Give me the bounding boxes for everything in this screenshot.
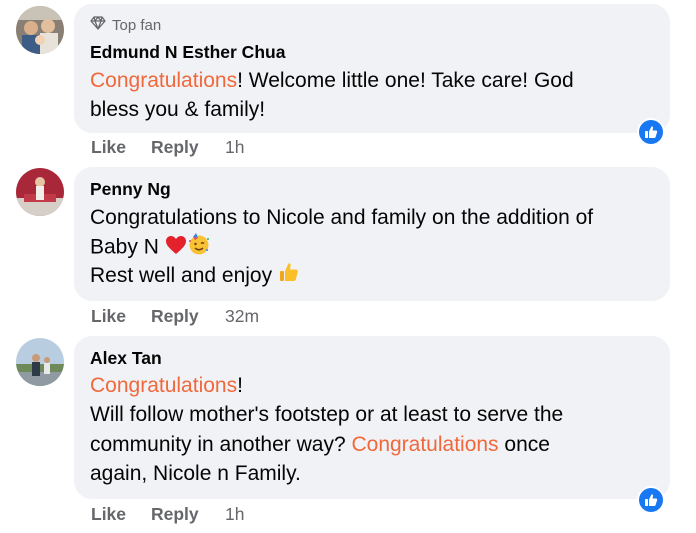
comment-line-2: bless you & family!: [90, 98, 266, 121]
comment-line-1: Congratulations! Welcome little one! Tak…: [90, 66, 574, 95]
comment-actions: Like Reply 32m: [91, 306, 259, 327]
comment-line-4: again, Nicole n Family.: [90, 462, 301, 485]
comment-text: once: [504, 433, 550, 456]
commenter-name[interactable]: Penny Ng: [90, 179, 171, 200]
highlighted-keyword[interactable]: Congratulations: [90, 69, 237, 92]
reply-button[interactable]: Reply: [151, 306, 225, 327]
comment-text: Baby N: [90, 235, 159, 259]
comment-line-3: Rest well and enjoy: [90, 261, 300, 291]
avatar[interactable]: [16, 6, 64, 54]
thumbs-up-icon: [645, 126, 658, 138]
comment-text: community in another way?: [90, 433, 346, 456]
avatar[interactable]: [16, 168, 64, 216]
red-heart-icon: [165, 234, 187, 263]
highlighted-keyword[interactable]: Congratulations: [351, 433, 498, 456]
like-button[interactable]: Like: [91, 306, 151, 327]
timestamp[interactable]: 1h: [225, 137, 244, 158]
comment-actions: Like Reply 1h: [91, 137, 244, 158]
comment-text: Rest well and enjoy: [90, 264, 273, 287]
like-button[interactable]: Like: [91, 137, 151, 158]
comment-text: !: [237, 374, 243, 397]
like-button[interactable]: Like: [91, 504, 151, 525]
reply-button[interactable]: Reply: [151, 137, 225, 158]
timestamp[interactable]: 1h: [225, 504, 244, 525]
comment-line-2: Baby N: [90, 232, 211, 264]
top-fan-badge: Top fan: [90, 16, 161, 34]
like-reaction-badge[interactable]: [637, 486, 665, 514]
commenter-name[interactable]: Alex Tan: [90, 348, 162, 369]
avatar[interactable]: [16, 338, 64, 386]
badge-label: Top fan: [112, 16, 162, 34]
diamond-icon: [90, 16, 106, 34]
party-face-icon: [187, 232, 211, 264]
comment-line-1: Congratulations to Nicole and family on …: [90, 206, 594, 229]
commenter-name[interactable]: Edmund N Esther Chua: [90, 42, 285, 63]
thumbs-up-emoji-icon: [278, 261, 300, 291]
highlighted-keyword[interactable]: Congratulations: [90, 374, 237, 397]
thumbs-up-icon: [645, 494, 658, 506]
comment-bubble: Alex Tan Congratulations! Will follow mo…: [74, 336, 670, 499]
reply-button[interactable]: Reply: [151, 504, 225, 525]
comment-line-3: community in another way? Congratulation…: [90, 430, 550, 459]
comment-line-2: Will follow mother's footstep or at leas…: [90, 403, 564, 426]
comment-bubble: Penny Ng Congratulations to Nicole and f…: [74, 167, 670, 301]
comment-bubble: Top fan Edmund N Esther Chua Congratulat…: [74, 4, 670, 133]
comment-actions: Like Reply 1h: [91, 504, 244, 525]
comment-text: ! Welcome little one! Take care! God: [237, 69, 574, 92]
timestamp[interactable]: 32m: [225, 306, 259, 327]
comment-line-1: Congratulations!: [90, 371, 243, 400]
like-reaction-badge[interactable]: [637, 118, 665, 146]
